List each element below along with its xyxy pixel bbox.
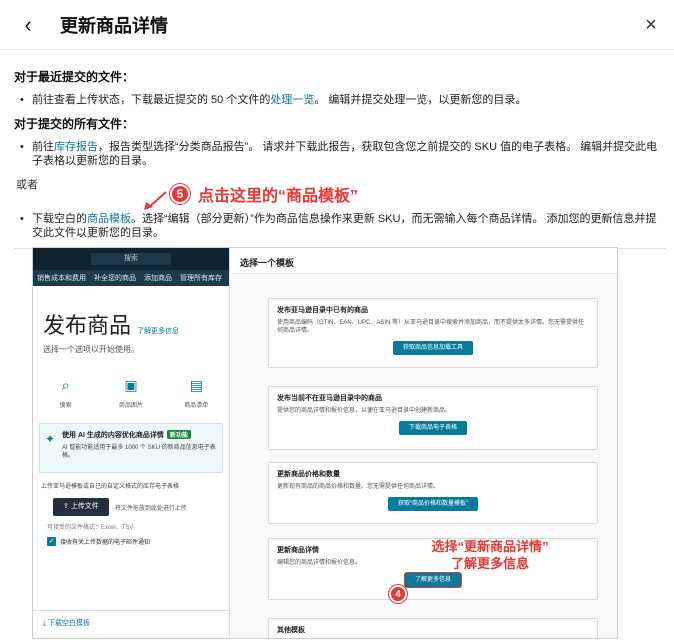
- option-icons: ⌕ 搜索 ▣ 商品图片 ▤ 商品清单: [33, 377, 229, 409]
- card-new-desc: 提供您的商品详情和报价信息，以便在亚马逊目录中创建新商品。: [277, 408, 452, 414]
- section-heading-all: 对于提交的所有文件：: [14, 117, 135, 131]
- instructions: 对于最近提交的文件： 前往查看上传状态，下载最近提交的 50 个文件的处理一览。…: [14, 60, 666, 249]
- page-title: 更新商品详情: [60, 16, 168, 36]
- ai-title: 使用 AI 生成的内容优化商品详情 新功能: [62, 430, 216, 440]
- option-image[interactable]: ▣ 商品图片: [111, 377, 151, 409]
- search-input[interactable]: 搜索: [91, 253, 171, 265]
- download-blank-template-link[interactable]: ⤓ 下载空白模板: [43, 618, 90, 628]
- learn-more-link[interactable]: 了解更多信息: [137, 328, 179, 335]
- nav-item-complete[interactable]: 补全您的商品: [94, 273, 136, 283]
- ai-title-text: 使用 AI 生成的内容优化商品详情: [62, 432, 164, 439]
- template-chooser-title: 选择一个模板: [230, 248, 617, 274]
- processing-summary-link[interactable]: 处理一览: [270, 94, 314, 106]
- bullet-recent: 前往查看上传状态，下载最近提交的 50 个文件的处理一览。 编辑并提交处理一览，…: [14, 93, 666, 107]
- option-sheet-label: 商品清单: [184, 403, 209, 409]
- ai-promo-box: ✦ 使用 AI 生成的内容优化商品详情 新功能 AI 智能功能适用于最多 1000…: [39, 423, 223, 473]
- card-price-quantity: 更新商品价格和数量 更新现有商品的商品价格和数量。您无需提供任何商品详情。 获取…: [268, 462, 598, 524]
- upload-file-button[interactable]: ⇪ 上传文件: [53, 498, 109, 516]
- get-price-template-button[interactable]: 获取“商品价格和数量模板”: [388, 497, 478, 511]
- nav-item-add[interactable]: 添加商品: [144, 273, 172, 283]
- inventory-report-link[interactable]: 库存报告: [54, 141, 98, 153]
- navbar: 销售成本和费用 补全您的商品 添加商品 管理所有库存: [33, 270, 229, 286]
- new-badge: 新功能: [166, 430, 191, 439]
- annotation-line2: 了解更多信息: [450, 556, 529, 571]
- panel-divider: [33, 610, 229, 611]
- ai-body: AI 智能功能适用于最多 1000 个 SKU 的新商品信息电子表格。: [62, 445, 216, 459]
- sparkle-icon: ✦: [45, 432, 56, 446]
- annotation-select-update: 选择“更新商品详情” 了解更多信息: [400, 538, 580, 572]
- card-other-templates: 其他模板: [268, 618, 598, 638]
- bullet-recent-text-b: 。 编辑并提交处理一览，以更新您的目录。: [314, 94, 527, 106]
- red-arrow-icon: [144, 191, 167, 210]
- add-product-subtitle: 选择一个选项以开始使用。: [43, 345, 139, 354]
- add-product-panel: 搜索 销售成本和费用 补全您的商品 添加商品 管理所有库存 发布商品 了解更多信息…: [33, 248, 229, 638]
- option-image-label: 商品图片: [118, 403, 143, 409]
- topbar: 搜索: [33, 248, 229, 270]
- step5-annotation: 5 点击这里的“商品模板”: [170, 182, 666, 206]
- card-new-products: 发布当前不在亚马逊目录中的商品 提供您的商品详情和报价信息，以便在亚马逊目录中创…: [268, 386, 598, 450]
- upload-icon: ⇪: [63, 503, 71, 510]
- upload-note: 上传亚马逊模板或自己的自定义格式的库存电子表格: [41, 484, 180, 490]
- close-icon[interactable]: ×: [638, 12, 664, 38]
- embedded-screenshot: 搜索 销售成本和费用 补全您的商品 添加商品 管理所有库存 发布商品 了解更多信息…: [32, 247, 618, 639]
- option-sheet[interactable]: ▤ 商品清单: [176, 377, 216, 409]
- bullet-all-text-a: 前往: [32, 141, 54, 153]
- card-existing-catalog: 发布亚马逊目录中已有的商品 使用商品编码（GTIN、EAN、UPC、ASIN 等…: [268, 298, 598, 368]
- nav-item-inventory[interactable]: 管理所有库存: [180, 273, 222, 283]
- download-blank-template-label: 下载空白模板: [48, 620, 91, 627]
- card-other-title: 其他模板: [277, 627, 305, 634]
- search-icon: ⌕: [61, 377, 70, 393]
- upload-drag-text: 将文件拖放到此处进行上传: [114, 505, 187, 512]
- template-chooser: 选择一个模板 发布亚马逊目录中已有的商品 使用商品编码（GTIN、EAN、UPC…: [229, 248, 617, 638]
- option-search[interactable]: ⌕ 搜索: [46, 377, 86, 409]
- card-price-title: 更新商品价格和数量: [277, 471, 340, 478]
- nav-item-cost[interactable]: 销售成本和费用: [37, 273, 86, 283]
- card-new-title: 发布当前不在亚马逊目录中的商品: [277, 395, 382, 402]
- camera-icon: ▣: [124, 377, 138, 393]
- step4-badge: 4: [389, 585, 407, 603]
- email-notify-row[interactable]: ✓ 接收有关上传数据的电子邮件通知: [47, 537, 229, 546]
- section-heading-recent: 对于最近提交的文件：: [14, 70, 135, 84]
- learn-more-button[interactable]: 了解更多信息: [404, 573, 461, 587]
- step5-badge: 5: [170, 184, 190, 204]
- email-notify-label: 接收有关上传数据的电子邮件通知: [60, 540, 151, 546]
- card-existing-desc: 使用商品编码（GTIN、EAN、UPC、ASIN 等）从亚马逊目录中搜索并添加商…: [277, 320, 585, 334]
- card-price-desc: 更新现有商品的商品价格和数量。您无需提供任何商品详情。: [277, 484, 440, 490]
- add-product-title-text: 发布商品: [43, 313, 132, 338]
- bullet-template: 下载空白的商品模板。选择“编辑（部分更新）”作为商品信息操作来更新 SKU，而无…: [14, 212, 666, 240]
- get-listing-loader-button[interactable]: 获取商品信息加载工具: [392, 341, 473, 355]
- spreadsheet-icon: ▤: [189, 377, 203, 393]
- add-product-title: 发布商品 了解更多信息: [43, 308, 229, 340]
- annotation-line1: 选择“更新商品详情”: [431, 539, 549, 554]
- download-sheet-button[interactable]: 下载商品电子表格: [398, 421, 467, 435]
- bullet-all: 前往库存报告，报告类型选择“分类商品报告”。 请求并下载此报告，获取包含您之前提…: [14, 140, 666, 168]
- bullet-template-text-a: 下载空白的: [32, 213, 87, 225]
- checkbox-icon[interactable]: ✓: [47, 537, 56, 546]
- bullet-all-text-b: ，报告类型选择“分类商品报告”。 请求并下载此报告，获取包含您之前提交的 SKU…: [32, 141, 658, 167]
- upload-file-label: 上传文件: [70, 503, 99, 510]
- product-template-link[interactable]: 商品模板: [87, 213, 131, 225]
- modal-header: ‹ 更新商品详情 ×: [0, 0, 674, 50]
- upload-row: ⇪ 上传文件 将文件拖放到此处进行上传: [53, 498, 229, 516]
- step5-text: 点击这里的“商品模板”: [198, 188, 359, 205]
- card-existing-title: 发布亚马逊目录中已有的商品: [277, 307, 368, 314]
- bullet-recent-text-a: 前往查看上传状态，下载最近提交的 50 个文件的: [32, 94, 271, 106]
- accepted-formats: 可接受的文件格式：Excel、TSV: [47, 525, 134, 531]
- back-arrow-icon[interactable]: ‹: [14, 12, 42, 40]
- option-search-label: 搜索: [59, 403, 72, 409]
